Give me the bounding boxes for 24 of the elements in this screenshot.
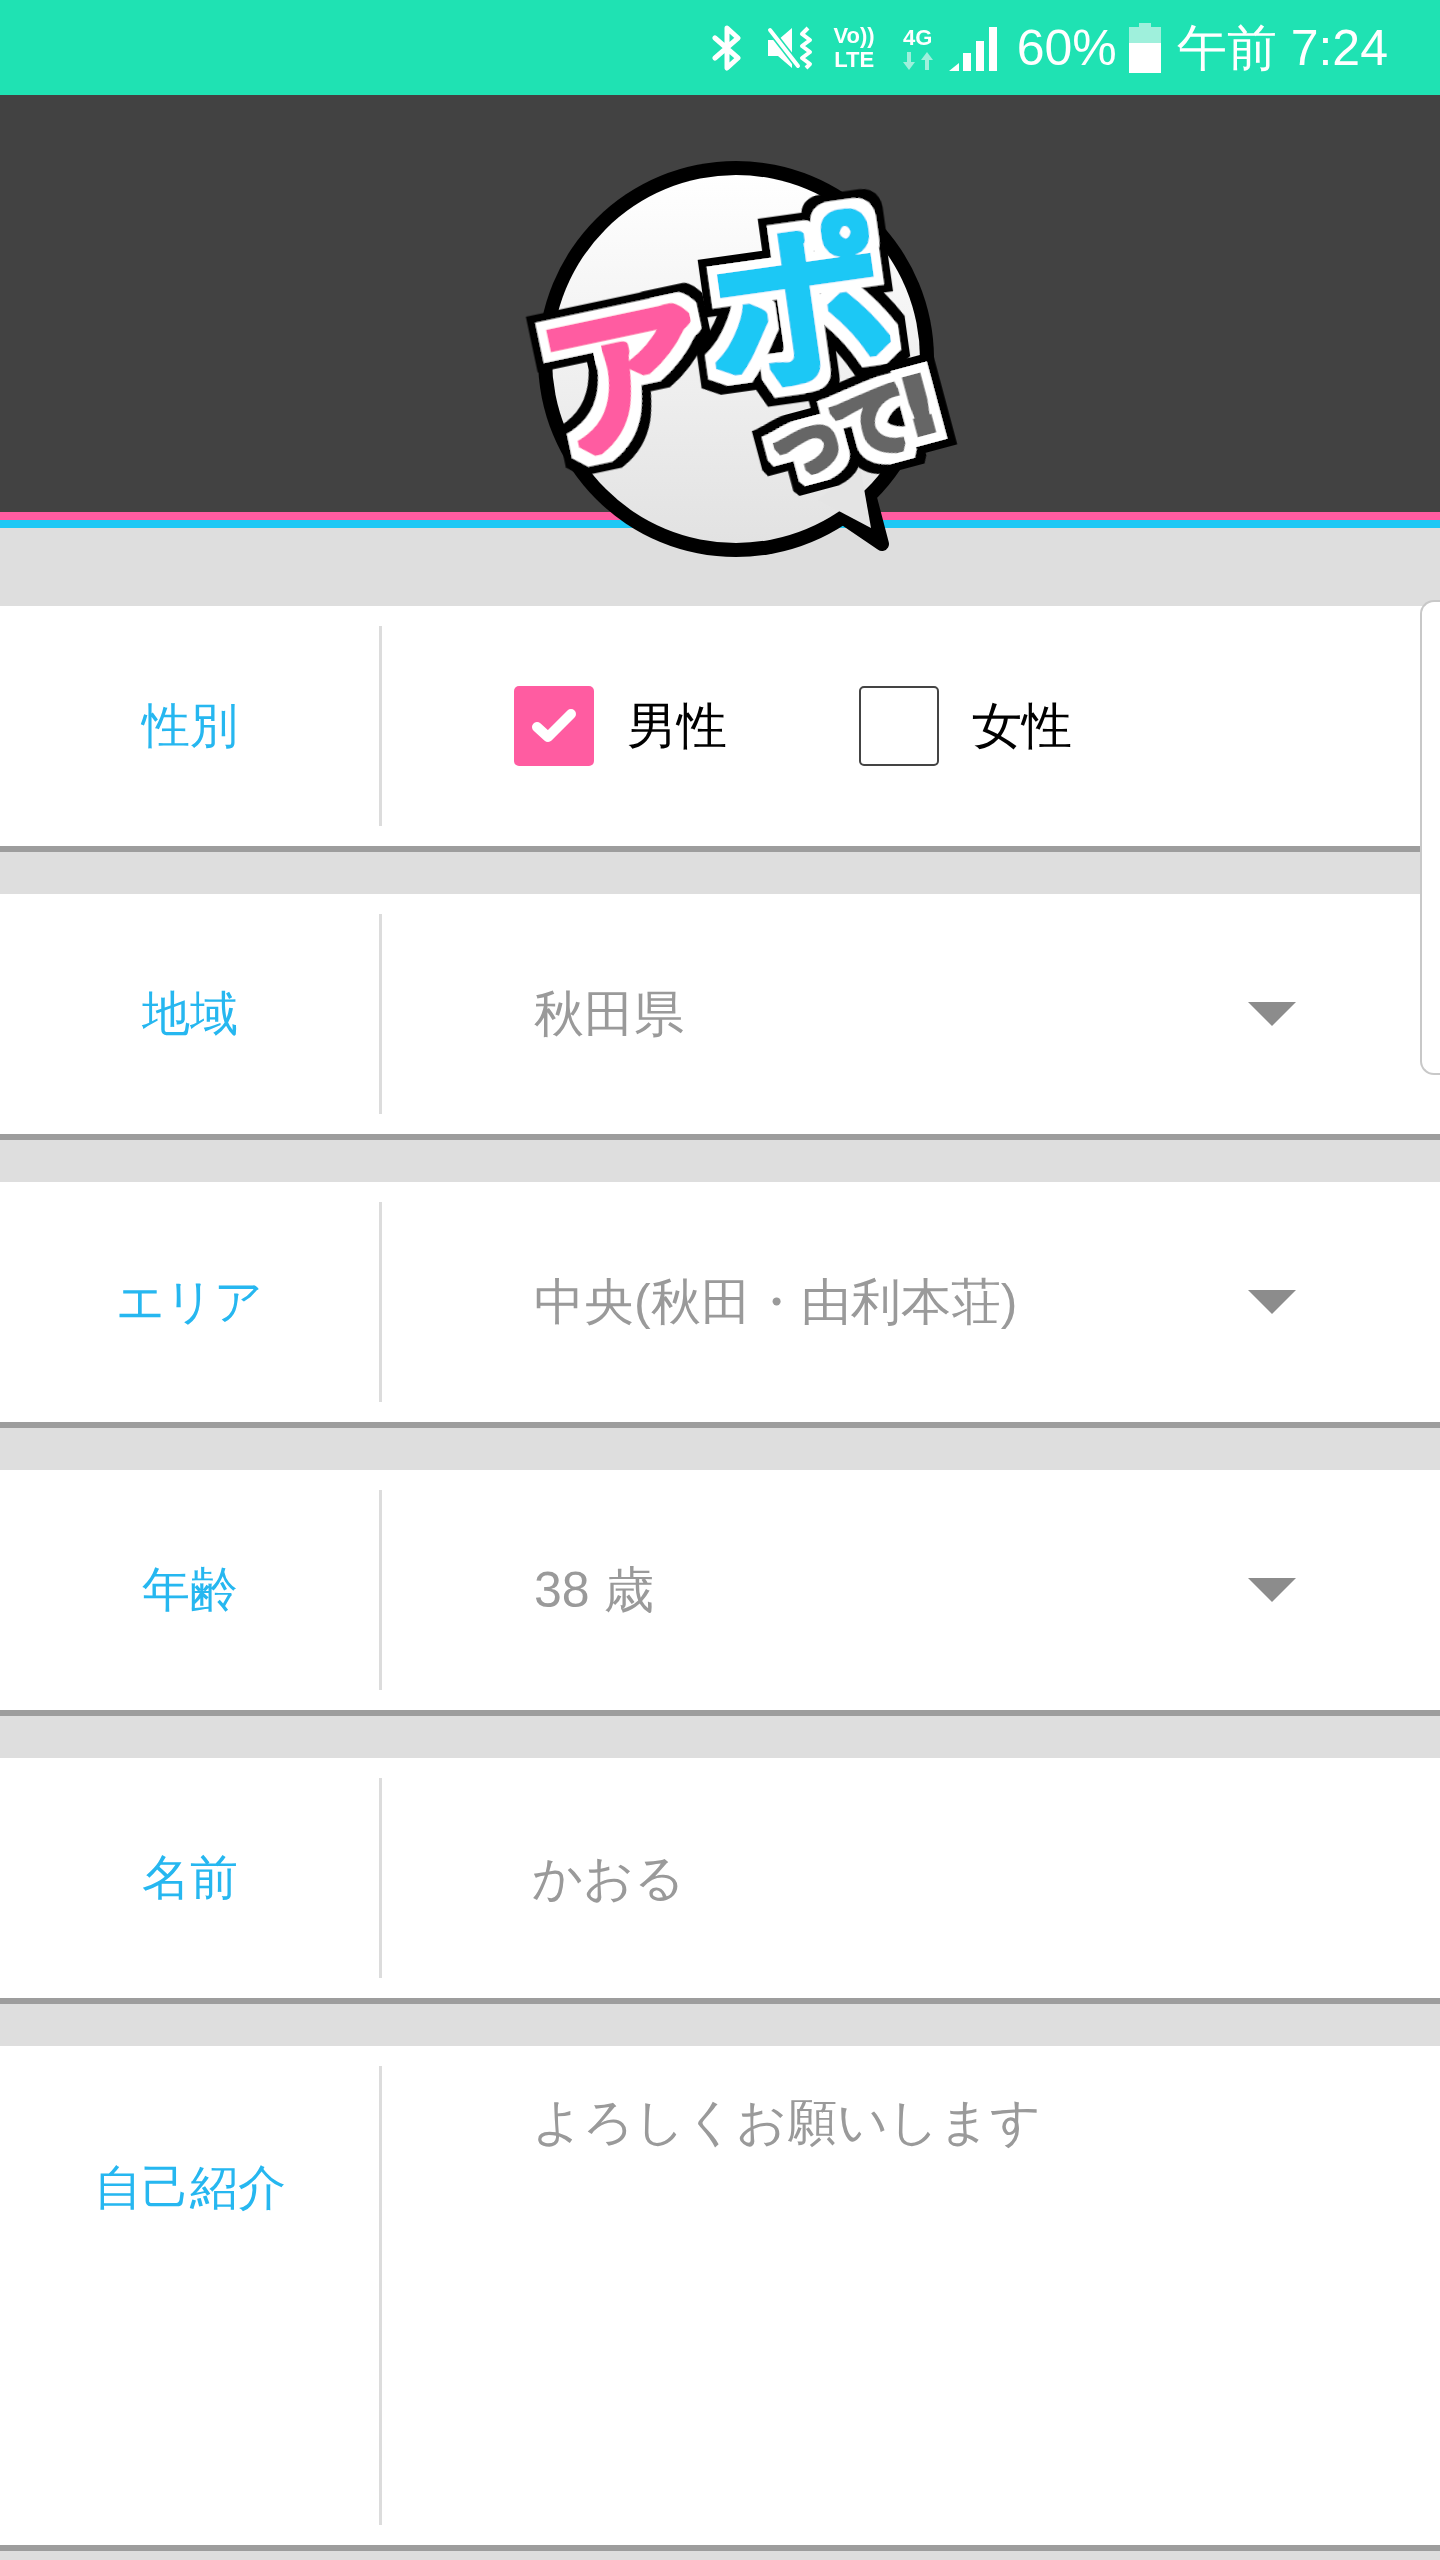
checkbox[interactable]: [859, 686, 939, 766]
battery-percent: 60%: [1016, 22, 1117, 73]
option-label: 女性: [972, 701, 1072, 751]
check-icon: [531, 708, 577, 744]
clock-time: 午前 7:24: [1176, 22, 1388, 73]
volte-text: Vo)): [833, 23, 875, 48]
field-label: 自己紹介: [93, 2160, 286, 2216]
field-label: エリア: [116, 1274, 263, 1330]
caret-icon: [1248, 1290, 1296, 1314]
bluetooth-icon: [711, 23, 742, 72]
battery-icon: [1128, 22, 1161, 73]
field-label: 名前: [141, 1850, 238, 1906]
caret-icon: [1248, 1578, 1296, 1602]
caret-icon: [1248, 1002, 1296, 1026]
field-label: 地域: [141, 986, 238, 1042]
option-label: 男性: [627, 701, 727, 751]
data-arrows-icon: [902, 51, 933, 70]
checkbox[interactable]: [514, 686, 594, 766]
volte-text: LTE: [834, 47, 875, 72]
scroll-handle[interactable]: [1420, 600, 1440, 1075]
signal-bars-icon: [948, 24, 999, 71]
field-label: 性別: [141, 698, 238, 754]
network-type: 4G: [903, 25, 933, 50]
field-label: 年齢: [141, 1562, 238, 1618]
